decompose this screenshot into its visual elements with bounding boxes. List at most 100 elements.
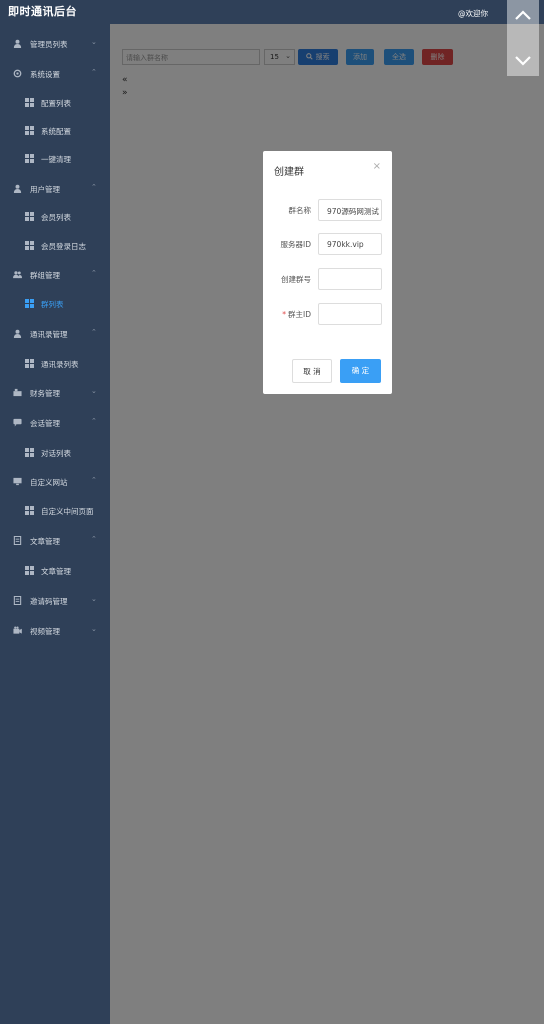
sidebar-item[interactable]: 自定义网站 ⌃ [0,467,110,496]
group-name-field[interactable]: 970源码网测试 [318,199,382,221]
grid-icon [25,212,34,221]
user-icon [13,184,22,193]
sidebar-item[interactable]: 群组管理 ⌃ [0,260,110,289]
close-icon[interactable]: × [373,161,381,172]
chevron-up-icon: ⌃ [91,183,97,191]
document-icon [13,535,22,546]
sidebar-item[interactable]: 会话管理 ⌃ [0,408,110,437]
sidebar-item-label: 用户管理 [30,185,60,194]
owner-id-label: * 群主ID [282,309,311,320]
sidebar-item[interactable]: 文章管理 ⌃ [0,526,110,555]
form-row-owner-id: * 群主ID [263,303,392,325]
sidebar-item[interactable]: 自定义中间页面 [0,496,110,525]
scroll-nav [507,0,539,76]
sidebar-item[interactable]: 邀请码管理 ⌄ [0,586,110,615]
user-icon [13,39,22,48]
grid-icon [25,359,34,368]
server-id-label: 服务器ID [280,240,312,249]
form-row-group-number: 创建群号 [263,268,392,290]
sidebar-item[interactable]: 文章管理 [0,556,110,585]
group-number-label: 创建群号 [281,275,311,284]
dialog-title: 创建群 [274,167,304,178]
group-number-field[interactable] [318,268,382,290]
sidebar-item-label: 财务管理 [30,389,60,398]
chat-icon [13,418,22,427]
sidebar-item-label: 自定义网站 [30,478,68,487]
chevron-down-icon: ⌄ [91,625,97,633]
sidebar-item-label: 自定义中间页面 [41,507,94,516]
user-icon [13,329,22,338]
grid-icon [25,241,34,250]
finance-icon [13,388,22,397]
sidebar-item-label: 群组管理 [30,271,60,280]
sidebar-item-label: 会话管理 [30,419,60,428]
app-title: 即时通讯后台 [8,5,77,18]
sidebar-item[interactable]: 配置列表 [0,88,110,117]
owner-id-label-text: 群主ID [288,310,311,319]
chevron-down-icon: ⌄ [91,38,97,46]
cancel-button[interactable]: 取 消 [292,359,332,383]
grid-icon [25,566,34,575]
gear-icon [13,69,22,78]
sidebar-item-label: 对话列表 [41,449,71,458]
sidebar-item[interactable]: 对话列表 [0,438,110,467]
grid-icon [25,154,34,163]
sidebar-item-label: 文章管理 [41,567,71,576]
sidebar-item[interactable]: 群列表 [0,289,110,318]
chevron-up-icon: ⌃ [91,476,97,484]
sidebar-item-label: 视频管理 [30,627,60,636]
sidebar-item-label: 配置列表 [41,99,71,108]
sidebar-item-label: 系统设置 [30,70,60,79]
grid-icon [25,448,34,457]
sidebar-item-label: 通讯录管理 [30,330,68,339]
sidebar-item[interactable]: 财务管理 ⌄ [0,378,110,407]
group-icon [13,270,22,279]
chevron-down-icon: ⌄ [91,595,97,603]
sidebar: 管理员列表 ⌄ 系统设置 ⌃ 配置列表系统配置一键清理用户管理 ⌃ 会员列表会员登录日志群组… [0,24,110,1024]
sidebar-item-label: 会员登录日志 [41,242,86,251]
grid-icon [25,299,34,308]
sidebar-item[interactable]: 管理员列表 ⌄ [0,29,110,58]
form-row-group-name: 群名称 970源码网测试 [263,199,392,221]
chevron-up-icon: ⌃ [91,417,97,425]
grid-icon [25,506,34,515]
form-row-server-id: 服务器ID 970kk.vip [263,233,392,255]
chevron-up-icon: ⌃ [91,68,97,76]
sidebar-item[interactable]: 会员登录日志 [0,231,110,260]
sidebar-item-label: 群列表 [41,300,64,309]
scroll-down-icon[interactable] [513,50,533,70]
sidebar-item[interactable]: 通讯录列表 [0,349,110,378]
monitor-icon [13,477,22,486]
welcome-text[interactable]: @欢迎你 [458,8,488,19]
sidebar-item[interactable]: 通讯录管理 ⌃ [0,319,110,348]
document-icon [13,595,22,606]
required-mark: * [282,310,286,319]
sidebar-item-label: 管理员列表 [30,40,68,49]
sidebar-item[interactable]: 用户管理 ⌃ [0,174,110,203]
chevron-up-icon: ⌃ [91,535,97,543]
sidebar-item-label: 一键清理 [41,155,71,164]
create-group-dialog: 创建群 × 群名称 970源码网测试 服务器ID 970kk.vip 创建群号 … [263,151,392,394]
server-id-field[interactable]: 970kk.vip [318,233,382,255]
sidebar-item-label: 会员列表 [41,213,71,222]
confirm-button[interactable]: 确 定 [340,359,381,383]
sidebar-item-label: 系统配置 [41,127,71,136]
top-bar: 即时通讯后台 @欢迎你 [0,0,544,24]
sidebar-item[interactable]: 会员列表 [0,202,110,231]
chevron-down-icon: ⌄ [91,387,97,395]
video-icon [13,626,22,635]
grid-icon [25,98,34,107]
sidebar-item-label: 文章管理 [30,537,60,546]
chevron-up-icon: ⌃ [91,328,97,336]
grid-icon [25,126,34,135]
sidebar-item[interactable]: 系统设置 ⌃ [0,59,110,88]
scroll-up-icon[interactable] [513,6,533,26]
owner-id-field[interactable] [318,303,382,325]
sidebar-item-label: 通讯录列表 [41,360,79,369]
group-name-label: 群名称 [288,206,312,215]
chevron-up-icon: ⌃ [91,269,97,277]
sidebar-item[interactable]: 视频管理 ⌄ [0,616,110,645]
sidebar-item[interactable]: 系统配置 [0,116,110,145]
sidebar-item[interactable]: 一键清理 [0,144,110,173]
sidebar-item-label: 邀请码管理 [30,597,68,606]
